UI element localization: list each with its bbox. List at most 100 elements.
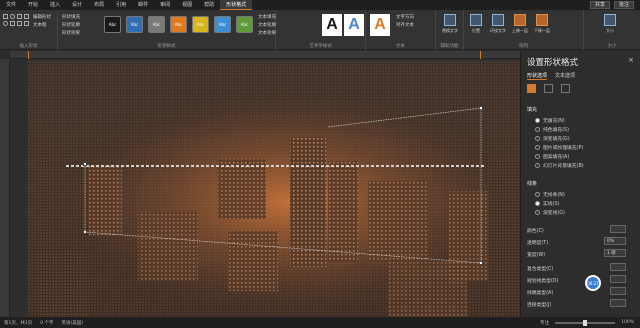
fill-option-gradient[interactable]: 渐变填充(G) xyxy=(535,135,570,142)
tab-review[interactable]: 审阅 xyxy=(154,0,176,10)
line-option-gradient[interactable]: 渐变线(G) xyxy=(535,209,565,216)
tab-file[interactable]: 文件 xyxy=(0,0,22,10)
tab-layout[interactable]: 布局 xyxy=(88,0,110,10)
wordart-style[interactable]: A xyxy=(322,14,342,36)
square-shape-icon[interactable] xyxy=(10,21,15,26)
tab-design[interactable]: 设计 xyxy=(66,0,88,10)
line-option-solid[interactable]: 实线(S) xyxy=(535,200,559,207)
fill-option-picture[interactable]: 图片或纹理填充(P) xyxy=(535,144,583,151)
text-box-button[interactable]: 文本框 xyxy=(33,22,47,28)
line-option-label: 无线条(N) xyxy=(543,193,565,198)
tab-view[interactable]: 视图 xyxy=(176,0,198,10)
pane-category-icons xyxy=(527,84,570,93)
fill-option-solid[interactable]: 纯色填充(S) xyxy=(535,126,569,133)
tab-references[interactable]: 引用 xyxy=(110,0,132,10)
position-button[interactable]: 位置 xyxy=(468,14,484,36)
ruler-margin-marker[interactable] xyxy=(28,51,29,59)
vertical-ruler[interactable] xyxy=(0,59,10,317)
compound-type-select[interactable] xyxy=(610,263,626,271)
ruler-margin-marker[interactable] xyxy=(480,51,481,59)
oval-shape-icon[interactable] xyxy=(10,14,15,19)
transparency-input[interactable]: 0% xyxy=(604,237,626,245)
text-direction-button[interactable]: 文字方向 xyxy=(396,14,414,20)
line-section-header[interactable]: 线条 xyxy=(527,180,537,187)
focus-mode-button[interactable]: 专注 xyxy=(540,320,549,326)
tab-shape-options[interactable]: 形状选项 xyxy=(527,72,548,80)
pane-tabs: 形状选项 文本选项 xyxy=(527,72,575,80)
style-swatch[interactable]: Abc xyxy=(214,16,231,33)
bring-forward-button[interactable]: 上移一层 xyxy=(512,14,528,36)
text-outline-button[interactable]: 文本轮廓 xyxy=(258,22,276,28)
radio-icon xyxy=(535,118,540,123)
tab-mailings[interactable]: 邮件 xyxy=(132,0,154,10)
join-type-select[interactable] xyxy=(610,299,626,307)
wrap-text-button[interactable]: 环绕文字 xyxy=(490,14,506,36)
style-swatch-label: Abc xyxy=(130,22,139,27)
text-fill-button[interactable]: 文本填充 xyxy=(258,14,276,20)
fill-option-label: 图片或纹理填充(P) xyxy=(543,146,584,151)
city-photo[interactable] xyxy=(28,61,520,317)
shape-fill-button[interactable]: 形状填充 xyxy=(62,14,80,20)
width-input[interactable]: 1 磅 xyxy=(604,249,626,257)
style-swatch[interactable]: Abc xyxy=(192,16,209,33)
language-indicator[interactable]: 英语(美国) xyxy=(62,320,84,326)
group-text: A 文字方向 对齐文本 文本 xyxy=(366,10,436,50)
tab-home[interactable]: 开始 xyxy=(22,0,44,10)
arrow-shape-icon[interactable] xyxy=(17,21,22,26)
zoom-level[interactable]: 100% xyxy=(621,320,634,325)
group-label-accessibility: 辅助功能 xyxy=(440,44,459,49)
page-indicator[interactable]: 第1页，共1页 xyxy=(4,320,32,326)
style-swatch[interactable]: Abc xyxy=(236,16,253,33)
rectangle-shape-icon[interactable] xyxy=(3,14,8,19)
color-picker[interactable] xyxy=(610,225,626,233)
fill-option-none[interactable]: 无填充(N) xyxy=(535,117,565,124)
wordart-style[interactable]: A xyxy=(370,14,390,36)
word-count[interactable]: 0 个字 xyxy=(40,320,53,326)
tab-help[interactable]: 帮助 xyxy=(198,0,220,10)
circle-shape-icon[interactable] xyxy=(3,21,8,26)
fill-option-pattern[interactable]: 图案填充(A) xyxy=(535,153,569,160)
style-swatch-label: Abc xyxy=(218,22,227,27)
prop-compound-label: 复合类型(C) xyxy=(527,267,554,272)
document-canvas[interactable] xyxy=(10,59,520,317)
group-label-shape-styles: 形状样式 xyxy=(157,44,176,49)
fill-option-slide-bg[interactable]: 幻灯片背景填充(B) xyxy=(535,162,584,169)
align-text-button[interactable]: 对齐文本 xyxy=(396,22,414,28)
comment-button[interactable]: 批注 xyxy=(613,1,634,9)
style-swatch[interactable]: Abc xyxy=(126,16,143,33)
radio-icon xyxy=(535,192,540,197)
tab-insert[interactable]: 插入 xyxy=(44,0,66,10)
shape-effects-button[interactable]: 形状效果 xyxy=(62,30,80,36)
status-bar: 第1页，共1页 0 个字 英语(美国) 专注 100% xyxy=(0,317,640,328)
cap-type-select[interactable] xyxy=(610,287,626,295)
prop-join-label: 连接类型(J) xyxy=(527,303,552,308)
size-properties-icon[interactable] xyxy=(561,84,570,93)
fill-section-header[interactable]: 填充 xyxy=(527,106,537,113)
alt-text-button[interactable]: 替换文字 xyxy=(442,14,458,36)
size-button[interactable]: 大小 xyxy=(602,14,618,36)
fill-line-icon[interactable] xyxy=(527,84,536,93)
style-swatch[interactable]: Abc xyxy=(104,16,121,33)
line-option-none[interactable]: 无线条(N) xyxy=(535,191,565,198)
style-swatch[interactable]: Abc xyxy=(148,16,165,33)
shape-outline-button[interactable]: 形状轮廓 xyxy=(62,22,80,28)
effects-icon[interactable] xyxy=(544,84,553,93)
triangle-shape-icon[interactable] xyxy=(17,14,22,19)
send-backward-button[interactable]: 下移一层 xyxy=(534,14,550,36)
dash-type-select[interactable] xyxy=(610,275,626,283)
zoom-slider[interactable] xyxy=(555,319,616,326)
tab-shape-format[interactable]: 形状格式 xyxy=(220,0,253,10)
line-shape-icon[interactable] xyxy=(24,14,29,19)
pane-close-button[interactable]: × xyxy=(628,56,634,64)
edit-shape-button[interactable]: 编辑形状 xyxy=(33,14,51,20)
floating-timer-button[interactable]: 00:27 xyxy=(585,275,601,291)
radio-icon xyxy=(535,210,540,215)
tab-text-options[interactable]: 文本选项 xyxy=(555,72,575,80)
text-effects-button[interactable]: 文本效果 xyxy=(258,30,276,36)
wordart-style[interactable]: A xyxy=(344,14,364,36)
share-button[interactable]: 共享 xyxy=(589,1,610,9)
zoom-slider-knob[interactable] xyxy=(583,319,588,326)
style-swatch[interactable]: Abc xyxy=(170,16,187,33)
horizontal-ruler[interactable] xyxy=(10,51,520,59)
star-shape-icon[interactable] xyxy=(24,21,29,26)
